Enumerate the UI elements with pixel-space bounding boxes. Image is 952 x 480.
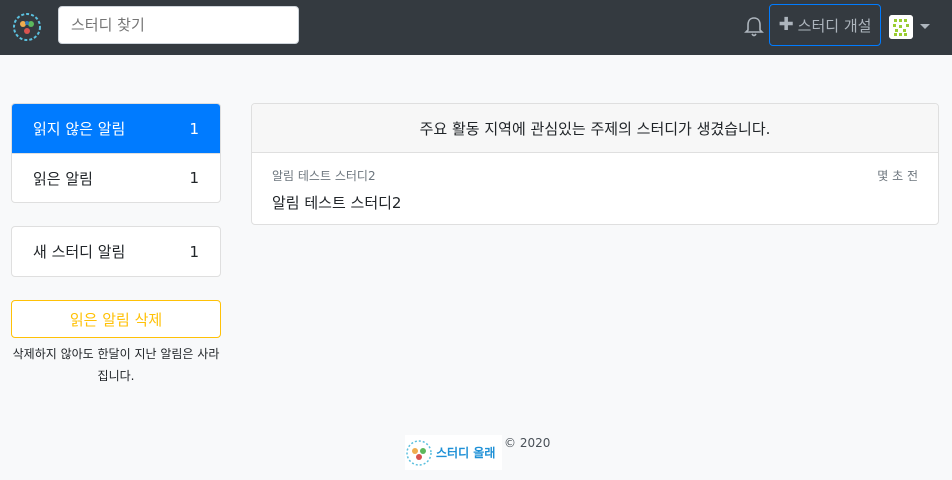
search-input[interactable] bbox=[58, 6, 299, 44]
chevron-down-icon[interactable] bbox=[920, 24, 930, 29]
plus-icon: ✚ bbox=[778, 14, 794, 35]
top-navbar: ✚ 스터디 개설 bbox=[0, 0, 952, 55]
sidebar-item-new-study[interactable]: 새 스터디 알림 1 bbox=[12, 227, 220, 276]
footer-logo: 스터디 올래 bbox=[405, 435, 502, 470]
sidebar-item-label: 새 스터디 알림 bbox=[33, 243, 126, 261]
count-badge: 1 bbox=[189, 169, 199, 187]
create-study-label: 스터디 개설 bbox=[797, 16, 872, 35]
sidebar-item-unread[interactable]: 읽지 않은 알림 1 bbox=[12, 104, 220, 153]
card-header: 주요 활동 지역에 관심있는 주제의 스터디가 생겼습니다. bbox=[252, 104, 938, 153]
notification-time: 몇 초 전 bbox=[877, 169, 918, 183]
copyright: © 2020 bbox=[504, 436, 551, 450]
count-badge: 1 bbox=[189, 119, 199, 138]
notification-study-name: 알림 테스트 스터디2 bbox=[272, 169, 376, 183]
bell-icon[interactable] bbox=[744, 16, 764, 38]
delete-read-button[interactable]: 읽은 알림 삭제 bbox=[11, 300, 221, 338]
count-badge: 1 bbox=[189, 242, 199, 261]
sidebar-item-label: 읽지 않은 알림 bbox=[33, 120, 126, 138]
delete-note: 삭제하지 않아도 한달이 지난 알림은 사라집니다. bbox=[12, 347, 220, 383]
study-logo-icon[interactable] bbox=[12, 12, 42, 42]
avatar[interactable] bbox=[889, 15, 913, 39]
list-item[interactable]: 알림 테스트 스터디2 몇 초 전 알림 테스트 스터디2 bbox=[252, 153, 938, 213]
notification-filter-list: 읽지 않은 알림 1 읽은 알림 1 bbox=[11, 103, 221, 203]
notification-title[interactable]: 알림 테스트 스터디2 bbox=[272, 192, 918, 213]
sidebar-item-label: 읽은 알림 bbox=[33, 169, 93, 188]
notification-card: 주요 활동 지역에 관심있는 주제의 스터디가 생겼습니다. 알림 테스트 스터… bbox=[251, 103, 939, 225]
sidebar-item-read[interactable]: 읽은 알림 1 bbox=[12, 153, 220, 202]
notification-type-list: 새 스터디 알림 1 bbox=[11, 226, 221, 277]
footer-logo-text: 스터디 올래 bbox=[436, 446, 496, 460]
create-study-button[interactable]: ✚ 스터디 개설 bbox=[769, 4, 881, 46]
people-logo-icon bbox=[406, 439, 432, 466]
